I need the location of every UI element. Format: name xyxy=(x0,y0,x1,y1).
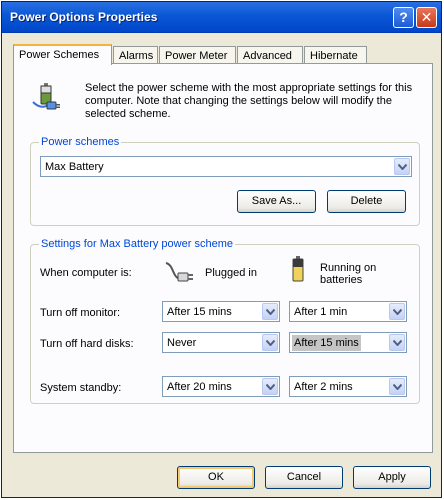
standby-plugged-select[interactable]: After 20 mins xyxy=(162,376,280,397)
running-on-batteries-label: Running on batteries xyxy=(320,262,377,286)
turn-off-hard-disks-label: Turn off hard disks: xyxy=(40,338,134,350)
monitor-plugged-select[interactable]: After 15 mins xyxy=(162,301,280,322)
disks-battery-value: After 15 mins xyxy=(292,335,361,351)
monitor-battery-select[interactable]: After 1 min xyxy=(289,301,407,322)
help-button[interactable]: ? xyxy=(393,7,414,28)
standby-plugged-value: After 20 mins xyxy=(167,381,232,393)
standby-battery-value: After 2 mins xyxy=(294,381,353,393)
chevron-down-icon[interactable] xyxy=(262,334,278,351)
chevron-down-icon[interactable] xyxy=(394,158,410,175)
chevron-down-icon[interactable] xyxy=(262,378,278,395)
tab-hibernate[interactable]: Hibernate xyxy=(304,46,367,64)
tab-power-schemes[interactable]: Power Schemes xyxy=(13,44,112,65)
ok-button[interactable]: OK xyxy=(177,466,255,489)
tab-power-meter[interactable]: Power Meter xyxy=(159,46,236,64)
monitor-battery-value: After 1 min xyxy=(294,306,348,318)
scheme-description: Select the power scheme with the most ap… xyxy=(85,82,413,120)
chevron-down-icon[interactable] xyxy=(389,334,405,351)
system-standby-label: System standby: xyxy=(40,382,122,394)
plugged-in-label: Plugged in xyxy=(205,267,257,279)
disks-battery-select[interactable]: After 15 mins xyxy=(289,332,407,353)
power-scheme-value: Max Battery xyxy=(45,161,104,173)
delete-button[interactable]: Delete xyxy=(327,190,406,213)
power-scheme-icon xyxy=(32,83,60,110)
cancel-button[interactable]: Cancel xyxy=(265,466,343,489)
chevron-down-icon[interactable] xyxy=(389,303,405,320)
chevron-down-icon[interactable] xyxy=(389,378,405,395)
when-computer-is-label: When computer is: xyxy=(40,267,132,279)
apply-button[interactable]: Apply xyxy=(353,466,431,489)
title-bar[interactable]: Power Options Properties ? ✕ xyxy=(2,2,441,33)
power-schemes-legend: Power schemes xyxy=(39,136,122,148)
settings-legend: Settings for Max Battery power scheme xyxy=(39,238,235,250)
power-schemes-group: Power schemes Max Battery Save As... Del… xyxy=(30,136,420,226)
window-title: Power Options Properties xyxy=(10,10,158,24)
monitor-plugged-value: After 15 mins xyxy=(167,306,232,318)
power-scheme-select[interactable]: Max Battery xyxy=(40,156,412,177)
standby-battery-select[interactable]: After 2 mins xyxy=(289,376,407,397)
plug-icon xyxy=(165,262,193,282)
disks-plugged-value: Never xyxy=(167,337,197,349)
tab-alarms[interactable]: Alarms xyxy=(113,46,158,64)
tab-advanced[interactable]: Advanced xyxy=(237,46,303,64)
disks-plugged-select[interactable]: Never xyxy=(162,332,280,353)
settings-group: Settings for Max Battery power scheme Wh… xyxy=(30,238,420,404)
tab-panel: Select the power scheme with the most ap… xyxy=(13,63,433,453)
chevron-down-icon[interactable] xyxy=(262,303,278,320)
close-button[interactable]: ✕ xyxy=(416,7,437,28)
power-options-dialog: Power Options Properties ? ✕ Power Schem… xyxy=(1,1,442,498)
turn-off-monitor-label: Turn off monitor: xyxy=(40,307,121,319)
battery-icon xyxy=(292,256,304,282)
save-as-button[interactable]: Save As... xyxy=(237,190,316,213)
